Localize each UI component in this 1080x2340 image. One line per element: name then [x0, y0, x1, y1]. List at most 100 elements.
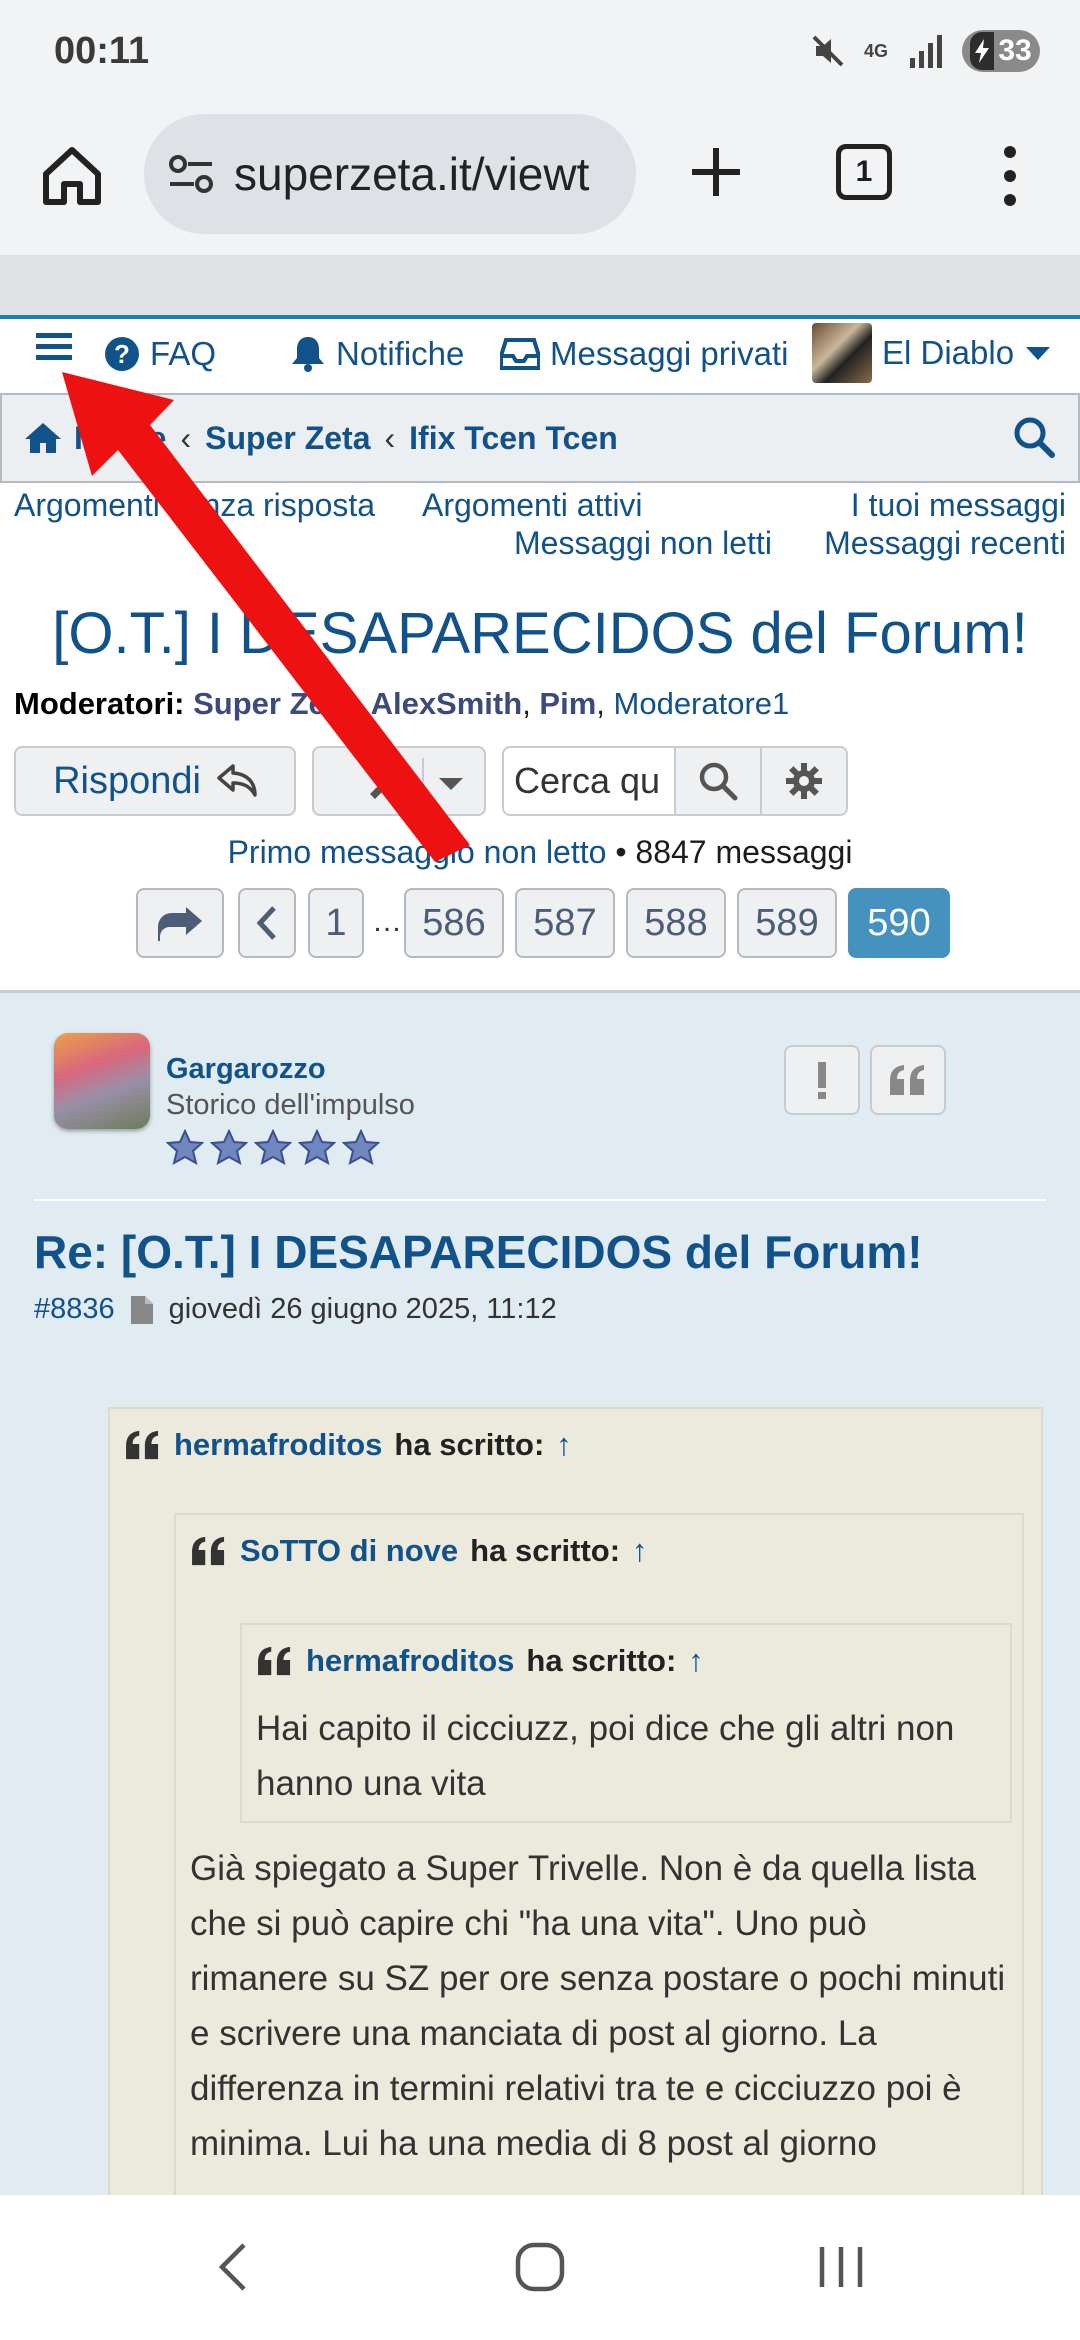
status-time: 00:11: [54, 30, 150, 72]
post-meta: #8836 giovedì 26 giugno 2025, 11:12: [34, 1293, 557, 1326]
topic-tools-button[interactable]: [312, 746, 486, 816]
page-link[interactable]: 587: [515, 888, 615, 958]
quote-icon: [258, 1646, 291, 1676]
quote-button[interactable]: [870, 1045, 946, 1115]
rank-star-icon: [342, 1129, 380, 1165]
private-messages-link[interactable]: Messaggi privati: [500, 335, 788, 373]
username-label: El Diablo: [882, 334, 1015, 371]
quote-block: SoTTO di nove ha scritto: ↑ hermafrodito…: [174, 1513, 1024, 2263]
quote-wrote-label: ha scritto:: [394, 1427, 545, 1462]
moderator-link[interactable]: Moderatore1: [614, 686, 790, 721]
pagination-ellipsis: …: [372, 905, 402, 938]
quote-source-link[interactable]: ↑: [632, 1533, 648, 1569]
moderator-link[interactable]: Pim: [539, 686, 596, 721]
quote-author[interactable]: SoTTO di nove: [240, 1533, 458, 1569]
quote-icon: [126, 1430, 159, 1460]
page-top-spacer: [0, 255, 1080, 315]
battery-indicator: 33: [962, 30, 1040, 72]
quote-text: Hai capito il cicciuzz, poi dice che gli…: [256, 1709, 955, 1803]
tab-switcher-button[interactable]: 1: [836, 144, 892, 200]
quote-author[interactable]: hermafroditos: [174, 1427, 382, 1463]
page-link[interactable]: 586: [404, 888, 504, 958]
topic-search-input[interactable]: Cerca qu: [504, 748, 674, 814]
tab-count: 1: [855, 155, 873, 188]
post: Gargarozzo Storico dell'impulso Re: [O.T…: [0, 990, 1080, 2263]
more-options-icon[interactable]: [990, 140, 1030, 212]
previous-page-button[interactable]: [238, 888, 296, 958]
rank-stars: [166, 1129, 380, 1167]
network-label: 4G: [864, 41, 889, 61]
new-tab-icon[interactable]: [680, 136, 752, 208]
post-permalink[interactable]: #8836: [34, 1293, 115, 1326]
notifications-label: Notifiche: [336, 335, 465, 372]
moderators-label: Moderatori:: [14, 686, 185, 721]
exclamation-icon: [818, 1062, 826, 1099]
post-date: giovedì 26 giugno 2025, 11:12: [168, 1293, 557, 1325]
breadcrumb: Indice ‹ Super Zeta ‹ Ifix Tcen Tcen: [0, 393, 1080, 483]
share-arrow-icon: [158, 907, 202, 941]
page-info: Primo messaggio non letto • 8847 messagg…: [227, 834, 853, 870]
post-count: 8847 messaggi: [635, 834, 853, 870]
page-link[interactable]: 1: [308, 888, 364, 958]
private-messages-label: Messaggi privati: [550, 335, 789, 372]
quote-source-link[interactable]: ↑: [688, 1643, 704, 1679]
gear-icon: [786, 763, 822, 799]
unread-posts-link[interactable]: Messaggi non letti: [514, 525, 772, 562]
faq-label: FAQ: [150, 335, 217, 372]
avatar[interactable]: [54, 1033, 150, 1129]
quote-block: hermafroditos ha scritto: ↑ Hai capito i…: [240, 1623, 1012, 1823]
charging-icon: [970, 32, 995, 70]
user-menu[interactable]: El Diablo: [812, 323, 1052, 383]
forum-top-nav: ? FAQ Notifiche Messaggi privati El Diab…: [0, 319, 1080, 391]
moderator-link[interactable]: AlexSmith: [371, 686, 523, 721]
quote-wrote-label: ha scritto:: [470, 1533, 621, 1568]
unanswered-topics-link[interactable]: Argomenti senza risposta: [14, 487, 375, 524]
current-page: 590: [848, 888, 950, 958]
post-divider: [34, 1199, 1046, 1201]
caret-down-icon: [439, 778, 463, 790]
quote-source-link[interactable]: ↑: [556, 1427, 572, 1463]
quick-links: Argomenti senza risposta Argomenti attiv…: [0, 487, 1080, 567]
moderator-link[interactable]: Super Zeta: [193, 686, 353, 721]
home-icon[interactable]: [36, 140, 108, 212]
your-posts-link[interactable]: I tuoi messaggi: [851, 487, 1066, 524]
question-circle-icon: ?: [105, 337, 139, 371]
bell-icon: [292, 337, 324, 372]
system-nav-bar: [0, 2195, 1080, 2340]
quote-icon: [890, 1065, 924, 1095]
home-icon[interactable]: [24, 421, 62, 455]
recent-apps-icon[interactable]: [816, 2237, 866, 2297]
recent-posts-link[interactable]: Messaggi recenti: [824, 525, 1066, 562]
jump-to-page-button[interactable]: [136, 888, 224, 958]
back-icon[interactable]: [214, 2237, 254, 2297]
first-unread-link[interactable]: Primo messaggio non letto: [228, 834, 607, 870]
breadcrumb-item[interactable]: Indice: [74, 420, 166, 457]
rank-star-icon: [298, 1129, 336, 1165]
report-button[interactable]: [784, 1045, 860, 1115]
advanced-search-button[interactable]: [760, 748, 846, 814]
active-topics-link[interactable]: Argomenti attivi: [422, 487, 643, 524]
quote-author[interactable]: hermafroditos: [306, 1643, 514, 1679]
home-nav-icon[interactable]: [510, 2237, 570, 2297]
reply-icon: [217, 764, 257, 797]
notifications-link[interactable]: Notifiche: [290, 335, 464, 373]
battery-level: 33: [998, 34, 1032, 67]
breadcrumb-item[interactable]: Super Zeta: [205, 420, 370, 457]
search-icon: [699, 762, 738, 801]
breadcrumb-item[interactable]: Ifix Tcen Tcen: [409, 420, 618, 457]
search-button[interactable]: [674, 748, 760, 814]
faq-link[interactable]: ? FAQ: [104, 335, 216, 373]
page-link[interactable]: 589: [737, 888, 837, 958]
hamburger-menu[interactable]: [34, 329, 74, 365]
page-link[interactable]: 588: [626, 888, 726, 958]
svg-text:?: ?: [114, 339, 130, 369]
page-title[interactable]: [O.T.] I DESAPARECIDOS del Forum!: [0, 600, 1080, 667]
post-title[interactable]: Re: [O.T.] I DESAPARECIDOS del Forum!: [34, 1225, 923, 1279]
post-author[interactable]: Gargarozzo: [166, 1053, 326, 1086]
search-icon[interactable]: [1012, 415, 1056, 459]
site-settings-icon[interactable]: [168, 154, 214, 194]
reply-button[interactable]: Rispondi: [14, 746, 296, 816]
address-bar[interactable]: superzeta.it/viewt: [144, 114, 636, 234]
rank-star-icon: [166, 1129, 204, 1165]
quote-icon: [192, 1536, 225, 1566]
